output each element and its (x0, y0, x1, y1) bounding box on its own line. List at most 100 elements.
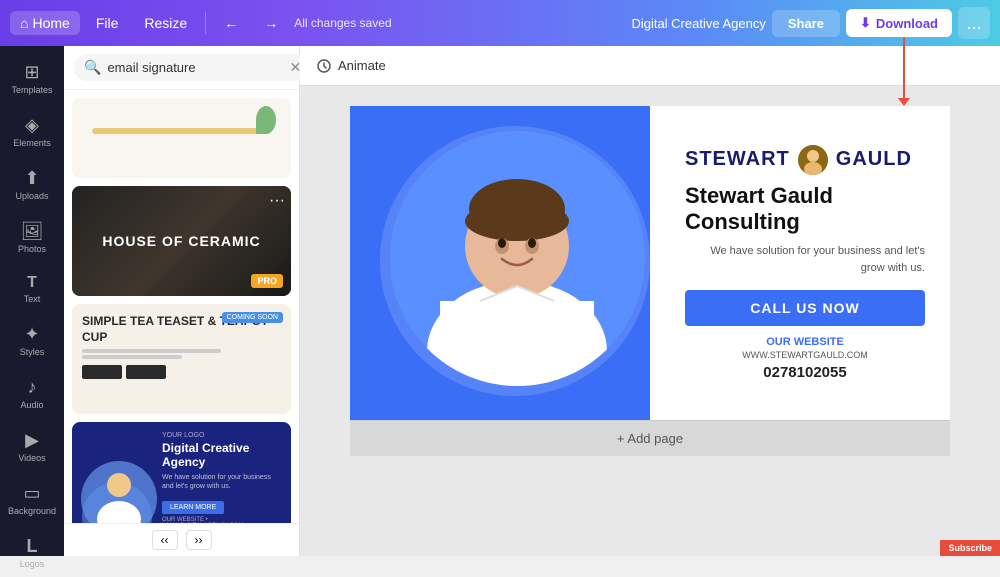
template-bar-decor (92, 128, 271, 134)
download-button[interactable]: ⬇ Download (846, 9, 952, 37)
elements-icon: ◈ (25, 115, 39, 136)
home-icon: ⌂ (20, 15, 28, 31)
canvas-name-first: STEWART (685, 148, 790, 170)
animate-label: Animate (338, 58, 386, 73)
search-icon: 🔍 (84, 59, 101, 76)
topbar: ⌂ Home File Resize ← → All changes saved… (0, 0, 1000, 46)
styles-label: Styles (20, 347, 45, 357)
animate-button[interactable]: Animate (316, 58, 386, 74)
icon-sidebar: ⊞ Templates ◈ Elements ⬆ Uploads 🖼 Photo… (0, 46, 64, 556)
template-4-cta: LEARN MORE (162, 501, 224, 514)
canvas-title-line2: Consulting (685, 209, 800, 234)
canvas-scroll[interactable]: ⧉ ⤢ (300, 86, 1000, 556)
sidebar-item-styles[interactable]: ✦ Styles (4, 316, 60, 365)
template-3-lines (82, 349, 281, 359)
template-next-button[interactable]: ›› (186, 530, 212, 550)
project-name: Digital Creative Agency (631, 16, 765, 31)
templates-icon: ⊞ (24, 62, 39, 83)
download-label: Download (876, 16, 938, 31)
sidebar-item-logos[interactable]: L Logos (4, 528, 60, 577)
share-label: Share (788, 16, 824, 31)
styles-icon: ✦ (24, 324, 39, 345)
template-3-btn-2 (126, 365, 166, 379)
canvas-page-container: ⧉ ⤢ (350, 106, 950, 456)
elements-label: Elements (13, 138, 51, 148)
share-button[interactable]: Share (772, 10, 840, 37)
main-layout: ⊞ Templates ◈ Elements ⬆ Uploads 🖼 Photo… (0, 46, 1000, 556)
template-4-sub: We have solution for your business and l… (162, 473, 281, 491)
background-label: Background (8, 506, 56, 516)
add-page-bar[interactable]: + Add page (350, 420, 950, 456)
nav-divider (205, 12, 206, 34)
logos-label: Logos (20, 559, 45, 569)
search-bar: 🔍 ✕ ⚙ (64, 46, 299, 90)
logos-icon: L (27, 536, 38, 557)
home-button[interactable]: ⌂ Home (10, 11, 80, 35)
template-2-pro-badge: PRO (251, 274, 283, 288)
more-icon: ... (966, 13, 981, 34)
sidebar-item-uploads[interactable]: ⬆ Uploads (4, 160, 60, 209)
search-input[interactable] (107, 60, 283, 75)
audio-icon: ♪ (28, 377, 37, 398)
design-canvas[interactable]: STEWART GAULD (350, 106, 950, 420)
template-card-1[interactable] (72, 98, 291, 178)
template-2-more-button[interactable]: ··· (269, 192, 285, 210)
template-4-logo: YOUR LOGO (162, 432, 281, 439)
sidebar-item-templates[interactable]: ⊞ Templates (4, 54, 60, 103)
canvas-cta-button[interactable]: CALL US NOW (685, 290, 925, 326)
canvas-description: We have solution for your business and l… (685, 243, 925, 276)
file-button[interactable]: File (86, 11, 129, 35)
template-3-coming-badge: COMING SOON (222, 312, 283, 323)
canvas-toolbar: Animate (300, 46, 1000, 86)
template-card-2[interactable]: HOUSE OF CERAMIC ··· PRO (72, 186, 291, 296)
canvas-person-circle (390, 131, 645, 386)
photos-label: Photos (18, 244, 46, 254)
canvas-area: Animate ⧉ ⤢ (300, 46, 1000, 556)
template-3-line-2 (82, 355, 182, 359)
template-2-title: HOUSE OF CERAMIC (102, 233, 260, 249)
text-icon: T (27, 274, 37, 292)
resize-button[interactable]: Resize (134, 11, 197, 35)
template-prev-button[interactable]: ‹‹ (152, 530, 178, 550)
canvas-avatar (798, 145, 828, 175)
background-icon: ▭ (23, 483, 40, 504)
templates-panel: 🔍 ✕ ⚙ HOUSE OF CERAMI (64, 46, 300, 556)
canvas-title: Stewart Gauld Consulting (685, 183, 925, 236)
audio-label: Audio (20, 400, 43, 410)
template-3-line-1 (82, 349, 221, 353)
download-arrow-indicator (903, 38, 905, 98)
sidebar-item-audio[interactable]: ♪ Audio (4, 369, 60, 418)
undo-button[interactable]: ← (214, 11, 248, 35)
template-card-3[interactable]: SIMPLE TEA TEASET & TEAPOT CUP COMING SO… (72, 304, 291, 414)
canvas-website-url: WWW.STEWARTGAULD.COM (685, 350, 925, 360)
sidebar-item-background[interactable]: ▭ Background (4, 475, 60, 524)
template-card-4[interactable]: YOUR LOGO Digital Creative Agency We hav… (72, 422, 291, 523)
saved-status: All changes saved (294, 16, 391, 30)
animate-icon (316, 58, 332, 74)
template-card-wrap-2: HOUSE OF CERAMIC ··· PRO (72, 186, 291, 296)
template-3-buttons (82, 365, 281, 379)
sidebar-item-elements[interactable]: ◈ Elements (4, 107, 60, 156)
file-label: File (96, 15, 119, 31)
youtube-subscribe-button[interactable]: Subscribe (940, 540, 1000, 556)
template-leaf-decor (256, 106, 276, 134)
sidebar-item-photos[interactable]: 🖼 Photos (4, 213, 60, 262)
template-4-website: OUR WEBSITE • WWW.DIGITALAGENCY.COM (162, 517, 281, 523)
template-nav-row: ‹‹ ›› (64, 523, 299, 556)
sidebar-item-videos[interactable]: ▶ Videos (4, 422, 60, 471)
canvas-website-label: OUR WEBSITE (685, 336, 925, 348)
uploads-icon: ⬆ (24, 168, 39, 189)
template-4-title: Digital Creative Agency (162, 441, 281, 470)
canvas-phone: 0278102055 (685, 364, 925, 381)
canvas-right-content: STEWART GAULD (660, 106, 950, 420)
search-input-wrap[interactable]: 🔍 ✕ (74, 54, 311, 81)
template-3-btn-1 (82, 365, 122, 379)
canvas-name-last: GAULD (836, 148, 912, 170)
sidebar-item-text[interactable]: T Text (4, 266, 60, 312)
redo-button[interactable]: → (254, 11, 288, 35)
templates-grid: HOUSE OF CERAMIC ··· PRO SIMPLE TEA TEAS… (64, 90, 299, 523)
videos-label: Videos (18, 453, 45, 463)
more-options-button[interactable]: ... (958, 7, 990, 39)
home-label: Home (32, 15, 69, 31)
canvas-title-line1: Stewart Gauld (685, 183, 833, 208)
